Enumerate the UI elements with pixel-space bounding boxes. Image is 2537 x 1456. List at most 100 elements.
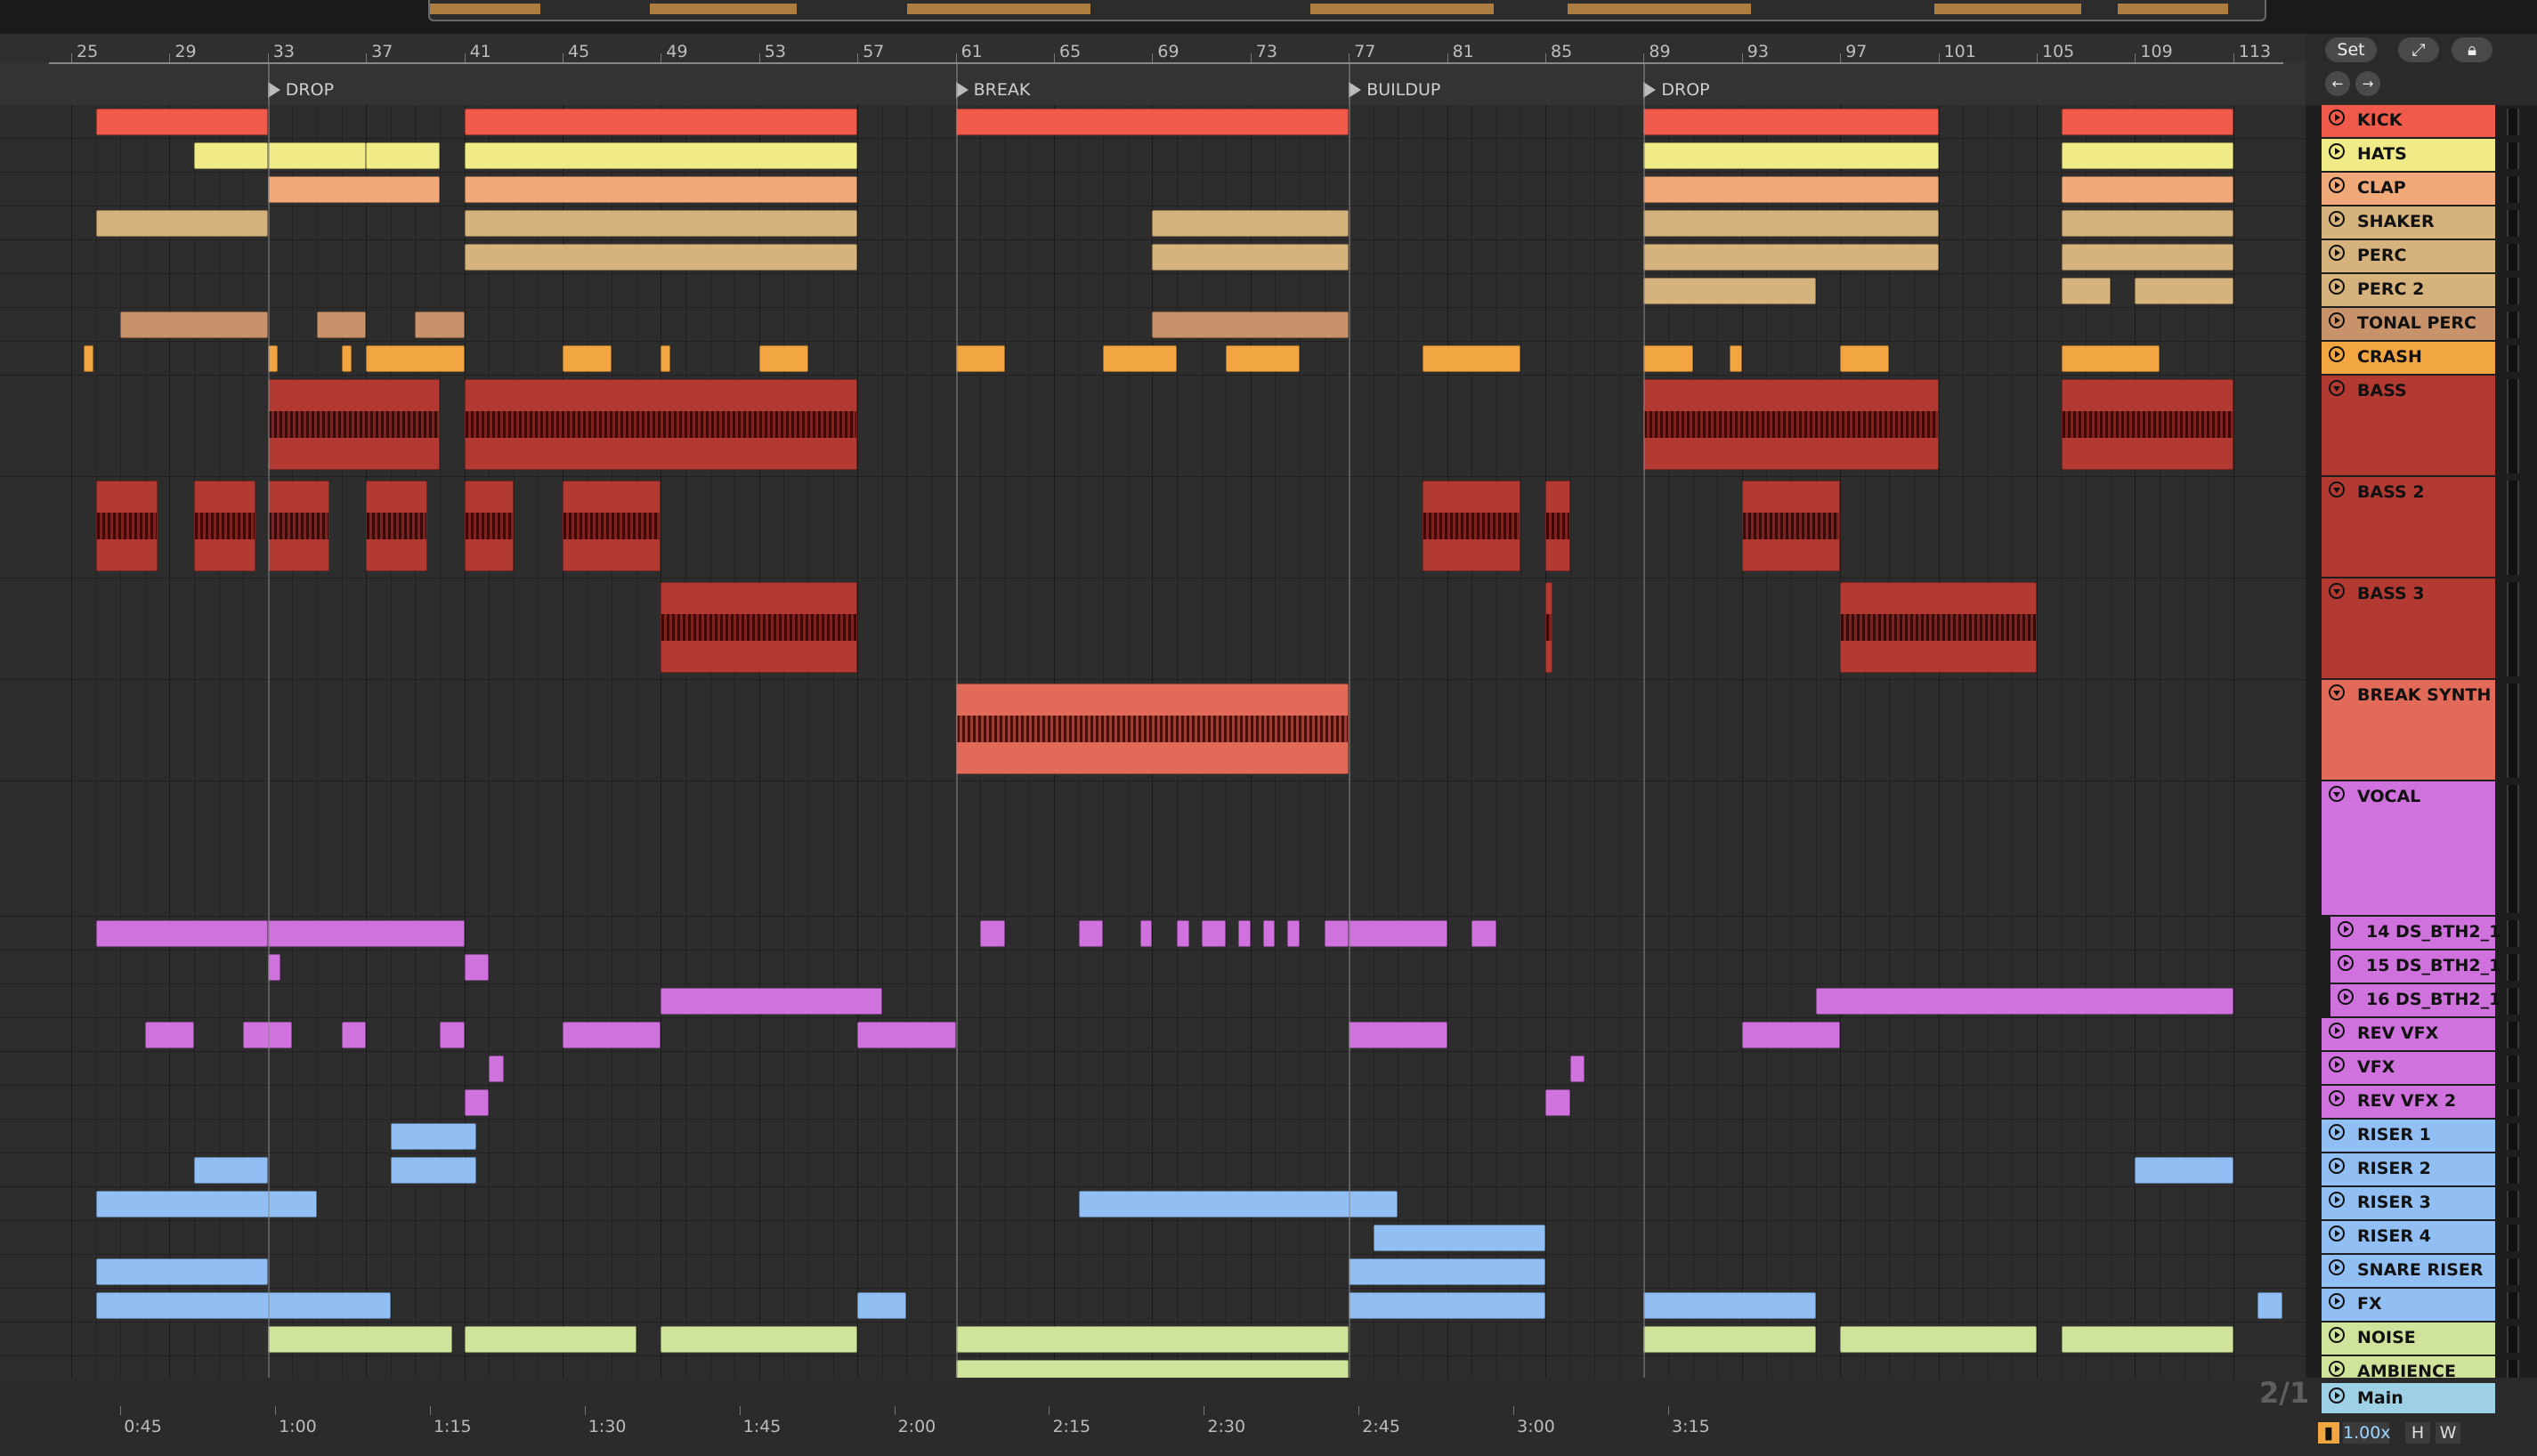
track-play-icon[interactable] <box>2329 211 2345 227</box>
clip[interactable] <box>95 481 158 571</box>
zoom-value[interactable]: 1.00x <box>2343 1422 2391 1444</box>
track-play-icon[interactable] <box>2329 177 2345 193</box>
clip[interactable] <box>2061 176 2233 203</box>
clip[interactable] <box>2257 1292 2282 1319</box>
track-lane[interactable] <box>0 274 2306 308</box>
clip[interactable] <box>95 1191 317 1217</box>
track-header[interactable]: CLAP <box>2322 173 2495 206</box>
clip[interactable] <box>1643 1292 1816 1319</box>
clip[interactable] <box>1569 1056 1585 1082</box>
clip[interactable] <box>2061 278 2111 304</box>
clip[interactable] <box>267 481 329 571</box>
clip[interactable] <box>267 1326 452 1353</box>
clip[interactable] <box>83 345 93 372</box>
track-header[interactable]: SHAKER <box>2322 206 2495 240</box>
clip[interactable] <box>341 1022 367 1048</box>
track-play-icon[interactable] <box>2329 346 2345 362</box>
locator-marker[interactable]: DROP <box>267 80 334 101</box>
clip[interactable] <box>1152 311 1350 338</box>
track-lane[interactable] <box>0 781 2306 917</box>
clip[interactable] <box>440 1022 465 1048</box>
track-lane[interactable] <box>0 1153 2306 1187</box>
track-header[interactable]: TONAL PERC <box>2322 308 2495 342</box>
track-header[interactable]: VOCAL <box>2322 781 2495 917</box>
clip[interactable] <box>2135 278 2233 304</box>
track-header[interactable]: 14 DS_BTH2_1 <box>2330 917 2501 950</box>
track-header[interactable]: REV VFX 2 <box>2322 1086 2495 1120</box>
clip[interactable] <box>2061 345 2160 372</box>
set-button[interactable]: Set <box>2325 37 2377 62</box>
clip[interactable] <box>464 142 858 169</box>
clip[interactable] <box>95 920 268 947</box>
track-header[interactable]: 16 DS_BTH2_1 <box>2330 984 2501 1018</box>
track-header[interactable]: RISER 4 <box>2322 1221 2495 1255</box>
track-play-icon[interactable] <box>2329 1225 2345 1242</box>
clip[interactable] <box>1471 920 1496 947</box>
locator-marker[interactable]: BREAK <box>955 80 1030 101</box>
track-play-icon[interactable] <box>2329 1361 2345 1377</box>
track-fold-icon[interactable] <box>2329 481 2345 497</box>
track-play-icon[interactable] <box>2329 312 2345 328</box>
h-button[interactable]: H <box>2405 1422 2430 1444</box>
clip[interactable] <box>2061 244 2233 271</box>
track-play-icon[interactable] <box>2338 989 2354 1005</box>
clip[interactable] <box>464 481 514 571</box>
clip[interactable] <box>661 345 671 372</box>
clip[interactable] <box>1643 142 1939 169</box>
clip[interactable] <box>1545 481 1570 571</box>
clip[interactable] <box>1177 920 1189 947</box>
track-play-icon[interactable] <box>2329 1158 2345 1174</box>
track-header[interactable]: PERC <box>2322 240 2495 274</box>
waveform-icon[interactable]: ▮ <box>2318 1422 2339 1444</box>
track-play-icon[interactable] <box>2329 143 2345 159</box>
track-play-icon[interactable] <box>2338 921 2354 937</box>
clip[interactable] <box>1349 1258 1545 1285</box>
loop-brace[interactable] <box>49 62 2283 80</box>
track-play-icon[interactable] <box>2329 109 2345 125</box>
track-fold-icon[interactable] <box>2329 786 2345 802</box>
clip[interactable] <box>1643 345 1693 372</box>
track-play-icon[interactable] <box>2329 1259 2345 1275</box>
clip[interactable] <box>1545 582 1553 673</box>
clip[interactable] <box>2061 1326 2233 1353</box>
clip[interactable] <box>95 210 268 237</box>
clip[interactable] <box>390 1157 477 1184</box>
track-header[interactable]: BASS <box>2322 376 2495 477</box>
clip[interactable] <box>267 176 440 203</box>
clip[interactable] <box>758 345 808 372</box>
track-header[interactable]: RISER 3 <box>2322 1187 2495 1221</box>
w-button[interactable]: W <box>2436 1422 2460 1444</box>
clip[interactable] <box>464 109 858 135</box>
clip[interactable] <box>317 311 367 338</box>
clip[interactable] <box>1741 1022 1841 1048</box>
track-header[interactable]: FX <box>2322 1289 2495 1323</box>
clip[interactable] <box>661 988 882 1015</box>
track-header[interactable]: CRASH <box>2322 342 2495 376</box>
track-header[interactable]: REV VFX <box>2322 1018 2495 1052</box>
clip[interactable] <box>1643 176 1939 203</box>
clip[interactable] <box>955 345 1005 372</box>
clip[interactable] <box>2061 210 2233 237</box>
track-header[interactable]: BASS 3 <box>2322 578 2495 680</box>
clip[interactable] <box>366 142 440 169</box>
clip[interactable] <box>194 142 268 169</box>
track-play-icon[interactable] <box>2329 1090 2345 1106</box>
clip[interactable] <box>1643 278 1816 304</box>
clip[interactable] <box>1643 109 1939 135</box>
clip[interactable] <box>267 954 280 981</box>
clip[interactable] <box>1103 345 1177 372</box>
clip[interactable] <box>1643 210 1939 237</box>
clip[interactable] <box>955 109 1350 135</box>
clip[interactable] <box>415 311 465 338</box>
clip[interactable] <box>1324 920 1350 947</box>
track-lane[interactable] <box>0 950 2306 984</box>
clip[interactable] <box>144 1022 194 1048</box>
track-header[interactable]: RISER 1 <box>2322 1120 2495 1153</box>
clip[interactable] <box>341 345 352 372</box>
clip[interactable] <box>955 684 1350 774</box>
clip[interactable] <box>1078 920 1104 947</box>
clip[interactable] <box>1152 244 1350 271</box>
bar-ruler[interactable]: 25 29 33 37 41 45 49 53 57 61 65 69 73 77 81 85 89 93 97 10… <box>0 34 2306 63</box>
track-play-icon[interactable] <box>2329 1327 2345 1343</box>
clip[interactable] <box>366 481 428 571</box>
